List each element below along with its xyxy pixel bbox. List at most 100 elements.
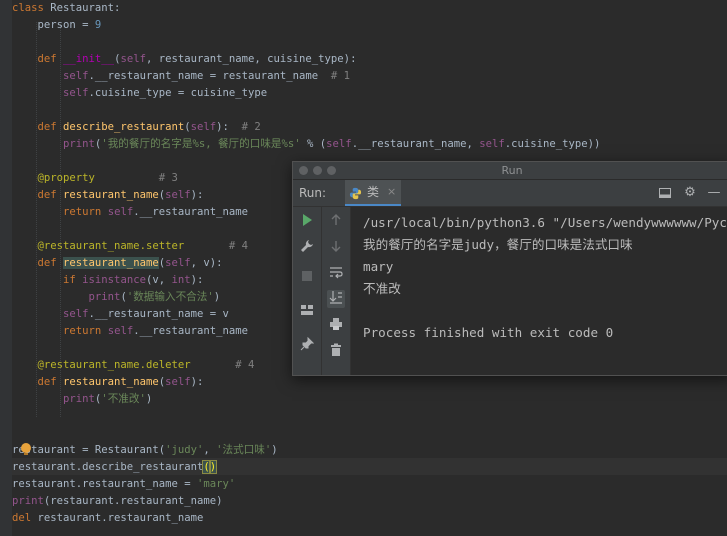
- code-line[interactable]: restaurant.restaurant_name = 'mary': [12, 476, 235, 493]
- code-token: (: [202, 460, 211, 474]
- code-token: def: [37, 121, 64, 133]
- editor-gutter[interactable]: [0, 0, 12, 536]
- code-line[interactable]: def restaurant_name(self):: [12, 374, 204, 391]
- code-token: .__restaurant_name,: [351, 138, 480, 150]
- code-line[interactable]: print('数据输入不合法'): [12, 289, 221, 306]
- code-token: % (: [300, 138, 327, 150]
- code-line[interactable]: @restaurant_name.setter # 4: [12, 238, 249, 255]
- code-token: ):: [216, 121, 242, 133]
- intention-bulb-icon[interactable]: [21, 443, 31, 455]
- console-line: Process finished with exit code 0: [363, 325, 614, 340]
- code-line[interactable]: restaurant = Restaurant('judy', '法式口味'): [12, 442, 278, 459]
- code-token: if: [63, 274, 83, 286]
- pin-icon[interactable]: [298, 336, 316, 355]
- code-token: self: [107, 206, 134, 218]
- code-token: , v):: [190, 257, 223, 269]
- run-toolbar-left: [293, 207, 322, 375]
- scroll-down-icon[interactable]: [327, 239, 345, 257]
- code-line[interactable]: def restaurant_name(self, v):: [12, 255, 223, 272]
- scroll-up-icon[interactable]: [327, 213, 345, 231]
- code-token: isinstance: [82, 274, 146, 286]
- print-icon[interactable]: [327, 317, 345, 335]
- code-token: .cuisine_type)): [504, 138, 601, 150]
- code-token: # 2: [241, 121, 261, 133]
- run-titlebar[interactable]: Run: [293, 162, 727, 180]
- code-token: ): [271, 444, 278, 456]
- tab-run-config[interactable]: 类 ×: [345, 180, 401, 206]
- code-line[interactable]: del restaurant.restaurant_name: [12, 510, 203, 527]
- code-line[interactable]: self.cuisine_type = cuisine_type: [12, 85, 267, 102]
- code-token: def: [37, 53, 64, 65]
- code-line[interactable]: self.__restaurant_name = restaurant_name…: [12, 68, 350, 85]
- code-line[interactable]: @restaurant_name.deleter # 4: [12, 357, 255, 374]
- console-output[interactable]: /usr/local/bin/python3.6 "/Users/wendyww…: [363, 207, 727, 375]
- code-token: ): [213, 291, 221, 303]
- code-line[interactable]: person = 9: [12, 17, 102, 34]
- code-token: # 4: [228, 240, 249, 252]
- code-line[interactable]: print('不准改'): [12, 391, 152, 408]
- trash-icon[interactable]: [327, 343, 345, 361]
- code-token: restaurant.restaurant_name =: [12, 478, 197, 490]
- console-line: 我的餐厅的名字是judy，餐厅的口味是法式口味: [363, 237, 633, 252]
- code-token: (v,: [145, 274, 172, 286]
- code-token: restaurant_name: [63, 189, 159, 201]
- code-line[interactable]: @property # 3: [12, 170, 178, 187]
- layout-icon[interactable]: [658, 186, 672, 200]
- code-token: .__restaurant_name: [133, 206, 249, 218]
- code-token: # 4: [235, 359, 255, 371]
- code-line[interactable]: print('我的餐厅的名字是%s, 餐厅的口味是%s' % (self.__r…: [12, 136, 600, 153]
- code-token: self: [326, 138, 352, 150]
- code-line[interactable]: return self.__restaurant_name: [12, 323, 248, 340]
- code-line[interactable]: if isinstance(v, int):: [12, 272, 203, 289]
- code-token: , restaurant_name, cuisine_type):: [145, 53, 357, 65]
- code-token: del: [12, 512, 38, 524]
- code-token: .__restaurant_name = restaurant_name: [88, 70, 331, 82]
- code-token: self: [479, 138, 505, 150]
- code-line[interactable]: return self.__restaurant_name: [12, 204, 248, 221]
- hide-icon[interactable]: —: [707, 186, 721, 200]
- scroll-to-end-icon[interactable]: [327, 290, 345, 308]
- stop-icon[interactable]: [298, 269, 316, 287]
- code-token: .cuisine_type = cuisine_type: [88, 87, 268, 99]
- code-token: self: [120, 53, 146, 65]
- code-line[interactable]: def restaurant_name(self):: [12, 187, 204, 204]
- gear-icon[interactable]: ⚙: [683, 186, 697, 200]
- soft-wrap-icon[interactable]: [327, 265, 345, 283]
- code-line[interactable]: restaurant.describe_restaurant(): [12, 459, 218, 476]
- wrench-icon[interactable]: [298, 239, 316, 257]
- code-line[interactable]: print(restaurant.restaurant_name): [12, 493, 222, 510]
- tab-close-icon[interactable]: ×: [387, 180, 396, 204]
- code-token: self: [63, 70, 89, 82]
- code-token: restaurant = Restaurant(: [12, 444, 166, 456]
- code-token: int: [171, 274, 191, 286]
- console-line: /usr/local/bin/python3.6 "/Users/wendyww…: [363, 215, 727, 230]
- code-token: self: [190, 121, 217, 133]
- code-token: self: [107, 325, 134, 337]
- code-token: restaurant.describe_restaurant: [12, 461, 204, 473]
- code-token: self: [165, 376, 191, 388]
- code-line[interactable]: def describe_restaurant(self): # 2: [12, 119, 261, 136]
- code-token: ): [208, 460, 218, 474]
- rerun-icon[interactable]: [298, 213, 316, 231]
- code-line[interactable]: class Restaurant:: [12, 0, 120, 17]
- code-token: print: [12, 495, 44, 507]
- code-token: self: [63, 308, 89, 320]
- restore-layout-icon[interactable]: [298, 303, 316, 321]
- code-token: 'mary': [196, 478, 236, 490]
- code-line[interactable]: self.__restaurant_name = v: [12, 306, 229, 323]
- run-tool-window[interactable]: Run Run: 类 × ⚙ — /usr/local/bin/python3.…: [292, 161, 727, 376]
- code-line[interactable]: def __init__(self, restaurant_name, cuis…: [12, 51, 357, 68]
- run-label: Run:: [299, 186, 327, 200]
